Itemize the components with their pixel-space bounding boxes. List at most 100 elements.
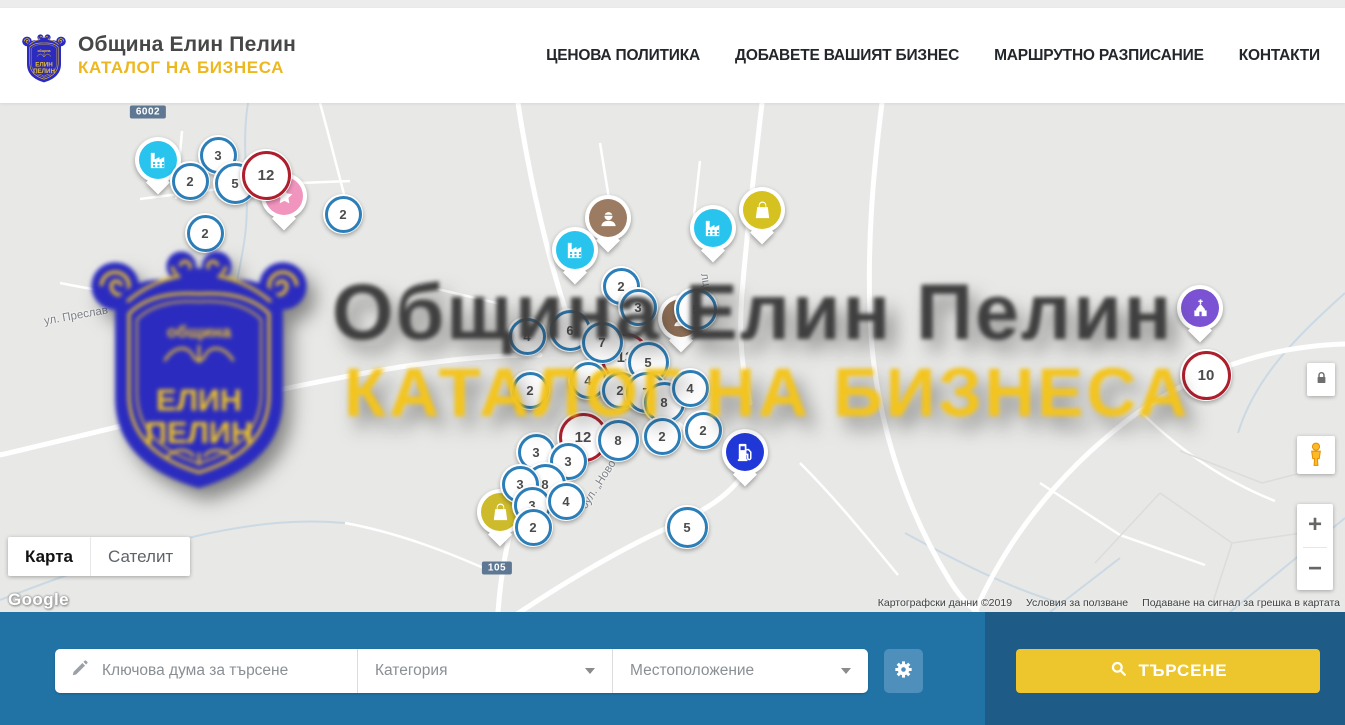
bag-icon — [751, 199, 774, 222]
cluster-marker[interactable]: 7 — [580, 320, 624, 364]
map-canvas[interactable]: 6002105ул. Преславбул. „Новоселци“лци“32… — [0, 103, 1345, 612]
cluster-count: 3 — [634, 300, 641, 315]
map-type-map-button[interactable]: Карта — [8, 537, 90, 576]
cluster-count: 2 — [339, 207, 346, 222]
svg-text:ЕЛИН: ЕЛИН — [35, 61, 53, 68]
church-pin[interactable] — [1177, 285, 1223, 331]
cluster-count: 3 — [532, 445, 539, 460]
fuel-icon — [734, 441, 757, 464]
cluster-marker[interactable]: 12 — [240, 149, 292, 201]
attribution-report-link[interactable]: Подаване на сигнал за грешка в картата — [1142, 597, 1340, 609]
advanced-search-button[interactable] — [884, 649, 923, 693]
cluster-ring: 2 — [187, 215, 224, 252]
map-type-control: Карта Сателит — [8, 537, 190, 576]
cluster-ring: 2 — [515, 509, 552, 546]
nav-item-pricing[interactable]: ЦЕНОВА ПОЛИТИКА — [546, 47, 700, 65]
site-subtitle: КАТАЛОГ НА БИЗНЕСА — [78, 58, 296, 78]
cluster-ring: 2 — [685, 412, 722, 449]
cluster-ring: 7 — [582, 322, 623, 363]
site-title: Община Елин Пелин — [78, 33, 296, 57]
cluster-count: 4 — [686, 381, 693, 396]
nav-item-add-business[interactable]: ДОБАВЕТЕ ВАШИЯТ БИЗНЕС — [735, 47, 959, 65]
cluster-count: 2 — [201, 226, 208, 241]
factory-icon — [702, 217, 725, 240]
search-button[interactable]: ТЪРСЕНЕ — [1016, 649, 1320, 693]
location-select-label: Местоположение — [630, 662, 754, 680]
cluster-marker[interactable]: 2 — [513, 507, 553, 547]
cluster-marker[interactable]: 4 — [546, 481, 586, 521]
category-select-label: Категория — [375, 662, 447, 680]
cluster-ring: 4 — [672, 370, 709, 407]
cluster-ring: 10 — [1182, 351, 1231, 400]
map-type-satellite-button[interactable]: Сателит — [90, 537, 190, 576]
cluster-ring: 3 — [620, 289, 657, 326]
fuel-pin[interactable] — [722, 429, 768, 475]
cluster-ring: 4 — [548, 483, 585, 520]
factory-pin[interactable] — [690, 205, 736, 251]
factory-icon — [564, 239, 587, 262]
cluster-count: 12 — [258, 167, 275, 184]
keyword-input[interactable] — [100, 661, 357, 681]
cluster-marker[interactable]: 2 — [510, 370, 550, 410]
site-brand[interactable]: община ЕЛИНПЕЛИН Община Елин Пелин КАТАЛО… — [21, 27, 296, 85]
cluster-marker[interactable]: 8 — [596, 418, 640, 462]
map-overlays: 6002105ул. Преславбул. „Новоселци“лци“32… — [0, 103, 1345, 612]
cluster-marker[interactable]: 5 — [674, 287, 718, 331]
street-view-lock-button[interactable] — [1307, 363, 1335, 396]
cluster-count: 3 — [564, 454, 571, 469]
factory-pin[interactable] — [552, 227, 598, 273]
road-badge: 6002 — [130, 106, 166, 119]
search-button-label: ТЪРСЕНЕ — [1139, 661, 1228, 681]
cluster-marker[interactable]: 2 — [323, 194, 363, 234]
cluster-marker[interactable]: 4 — [670, 368, 710, 408]
cluster-count: 5 — [231, 176, 238, 191]
nav-item-schedule[interactable]: МАРШРУТНО РАЗПИСАНИЕ — [994, 47, 1204, 65]
cluster-ring: 2 — [644, 418, 681, 455]
location-select[interactable]: Местоположение — [613, 649, 868, 693]
cluster-marker[interactable]: 2 — [642, 416, 682, 456]
cluster-ring: 5 — [667, 507, 708, 548]
attribution-terms-link[interactable]: Условия за ползване — [1026, 597, 1128, 609]
zoom-out-button[interactable]: − — [1297, 548, 1333, 591]
cluster-count: 8 — [660, 395, 667, 410]
google-logo[interactable]: Google — [8, 590, 69, 610]
bag-icon — [489, 501, 512, 524]
lock-icon — [1313, 368, 1330, 391]
cluster-count: 2 — [526, 383, 533, 398]
pegman-button[interactable] — [1297, 436, 1335, 474]
cluster-ring: 5 — [676, 289, 717, 330]
chevron-down-icon — [585, 668, 595, 674]
search-icon — [1109, 659, 1128, 683]
cluster-marker[interactable]: 3 — [618, 287, 658, 327]
cluster-marker[interactable]: 2 — [683, 410, 723, 450]
cluster-marker[interactable]: 2 — [185, 213, 225, 253]
cluster-marker[interactable]: 5 — [665, 505, 709, 549]
cluster-marker[interactable]: 2 — [170, 161, 210, 201]
cluster-count: 2 — [616, 383, 623, 398]
cluster-count: 2 — [658, 429, 665, 444]
cluster-count: 3 — [214, 148, 221, 163]
cluster-ring: 4 — [509, 318, 546, 355]
cluster-count: 4 — [562, 494, 569, 509]
attribution-copyright: Картографски данни ©2019 — [878, 597, 1012, 609]
road-badge: 105 — [482, 562, 512, 575]
svg-text:ПЕЛИН: ПЕЛИН — [33, 68, 55, 75]
search-bar: ТЪРСЕНЕ Категория Местоположение — [0, 612, 1345, 725]
pegman-icon — [1303, 440, 1329, 471]
site-header: община ЕЛИНПЕЛИН Община Елин Пелин КАТАЛО… — [0, 8, 1345, 103]
svg-text:община: община — [37, 48, 50, 52]
category-select[interactable]: Категория — [358, 649, 612, 693]
shopping-pin[interactable] — [739, 187, 785, 233]
nav-item-contacts[interactable]: КОНТАКТИ — [1239, 47, 1320, 65]
zoom-in-button[interactable]: + — [1297, 504, 1333, 547]
cluster-count: 5 — [683, 520, 690, 535]
cluster-count: 4 — [584, 373, 591, 388]
cluster-marker[interactable]: 4 — [507, 316, 547, 356]
chevron-down-icon — [841, 668, 851, 674]
cluster-count: 7 — [598, 335, 605, 350]
cluster-ring: 8 — [598, 420, 639, 461]
cluster-count: 4 — [523, 329, 530, 344]
cluster-count: 2 — [699, 423, 706, 438]
factory-icon — [147, 149, 170, 172]
cluster-marker[interactable]: 10 — [1180, 349, 1232, 401]
